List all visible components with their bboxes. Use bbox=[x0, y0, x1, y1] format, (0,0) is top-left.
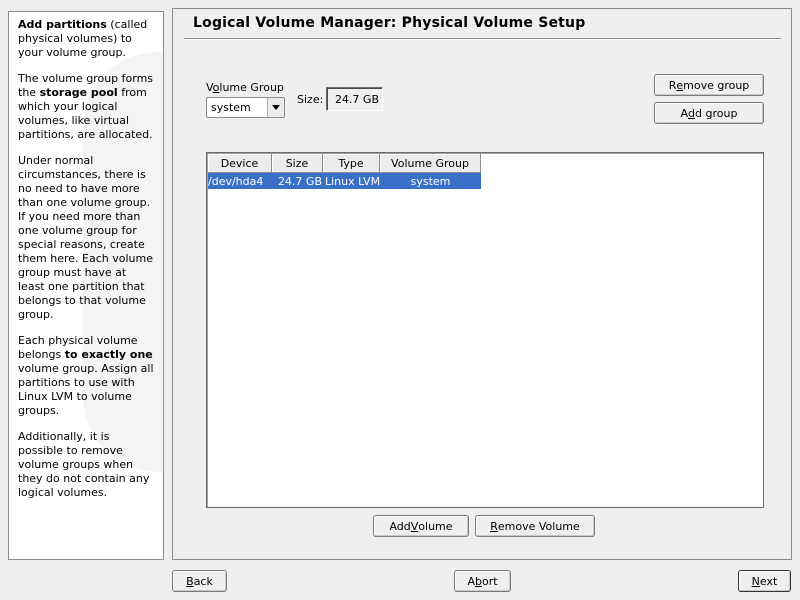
volume-group-select[interactable]: system bbox=[206, 97, 285, 118]
button-label-part: R bbox=[668, 78, 677, 92]
button-label-part: A bbox=[467, 574, 475, 588]
button-label-part: d group bbox=[695, 106, 738, 120]
button-label-part: ext bbox=[759, 574, 778, 588]
help-paragraph-3: Under normal circumstances, there is no … bbox=[18, 154, 154, 321]
help-emphasis: to exactly one bbox=[64, 348, 153, 361]
volume-group-label: Volume Group bbox=[206, 81, 284, 94]
cell-volume-group: system bbox=[410, 174, 451, 188]
button-label-mnemonic: e bbox=[676, 78, 684, 92]
title-divider bbox=[184, 38, 781, 40]
button-label-mnemonic: b bbox=[474, 574, 482, 588]
abort-button[interactable]: Ab ort bbox=[454, 570, 511, 592]
page-title: Logical Volume Manager: Physical Volume … bbox=[193, 15, 586, 31]
cell-type: Linux LVM bbox=[325, 174, 380, 188]
help-text-span: volume group. Assign all partitions to u… bbox=[18, 362, 154, 417]
help-emphasis: Add partitions bbox=[18, 18, 107, 31]
button-label-part: olume bbox=[418, 519, 453, 533]
help-paragraph-1: Add partitions (called physical volumes)… bbox=[18, 18, 154, 60]
button-label-mnemonic: R bbox=[490, 519, 498, 533]
help-paragraph-2: The volume group forms the storage pool … bbox=[18, 72, 154, 142]
help-text: Add partitions (called physical volumes)… bbox=[18, 18, 154, 500]
button-label-mnemonic: V bbox=[410, 519, 419, 533]
table-header: Device Size Type Volume Group bbox=[208, 154, 481, 173]
button-label-part: move group bbox=[683, 78, 750, 92]
column-header-device[interactable]: Device bbox=[208, 154, 272, 173]
help-paragraph-4: Each physical volume belongs to exactly … bbox=[18, 334, 154, 418]
help-emphasis: storage pool bbox=[39, 86, 118, 99]
column-header-type[interactable]: Type bbox=[323, 154, 380, 173]
button-label-mnemonic: N bbox=[751, 574, 760, 588]
button-label-part: emove Volume bbox=[497, 519, 580, 533]
size-label: Size: bbox=[297, 93, 324, 106]
button-label-part: Add bbox=[389, 519, 411, 533]
remove-volume-button[interactable]: Remove Volume bbox=[475, 515, 595, 537]
cell-size: 24.7 GB bbox=[277, 174, 322, 188]
button-label-part: ack bbox=[193, 574, 213, 588]
column-header-size[interactable]: Size bbox=[272, 154, 323, 173]
button-label-part: A bbox=[680, 106, 689, 120]
help-panel: Add partitions (called physical volumes)… bbox=[8, 11, 164, 560]
column-header-volume-group[interactable]: Volume Group bbox=[380, 154, 481, 173]
add-volume-button[interactable]: Add Volume bbox=[373, 515, 469, 537]
remove-group-button[interactable]: Re move group bbox=[654, 74, 764, 96]
size-value: 24.7 GB bbox=[326, 87, 383, 111]
button-label-mnemonic: B bbox=[186, 574, 194, 588]
table-row[interactable]: /dev/hda4 24.7 GB Linux LVM system bbox=[208, 173, 481, 189]
label-part: V bbox=[206, 81, 213, 94]
volume-group-value: system bbox=[211, 101, 251, 114]
chevron-down-icon[interactable] bbox=[267, 98, 284, 117]
button-label-part: ort bbox=[481, 574, 498, 588]
physical-volume-table[interactable]: Device Size Type Volume Group /dev/hda4 … bbox=[206, 152, 764, 508]
main-panel: Logical Volume Manager: Physical Volume … bbox=[172, 8, 792, 560]
next-button[interactable]: Next bbox=[738, 570, 791, 592]
help-paragraph-5: Additionally, it is possible to remove v… bbox=[18, 430, 150, 499]
cell-device: /dev/hda4 bbox=[208, 174, 264, 188]
button-label-mnemonic: d bbox=[688, 106, 696, 120]
label-part: lume Group bbox=[219, 81, 284, 94]
back-button[interactable]: Back bbox=[172, 570, 227, 592]
add-group-button[interactable]: Add group bbox=[654, 102, 764, 124]
